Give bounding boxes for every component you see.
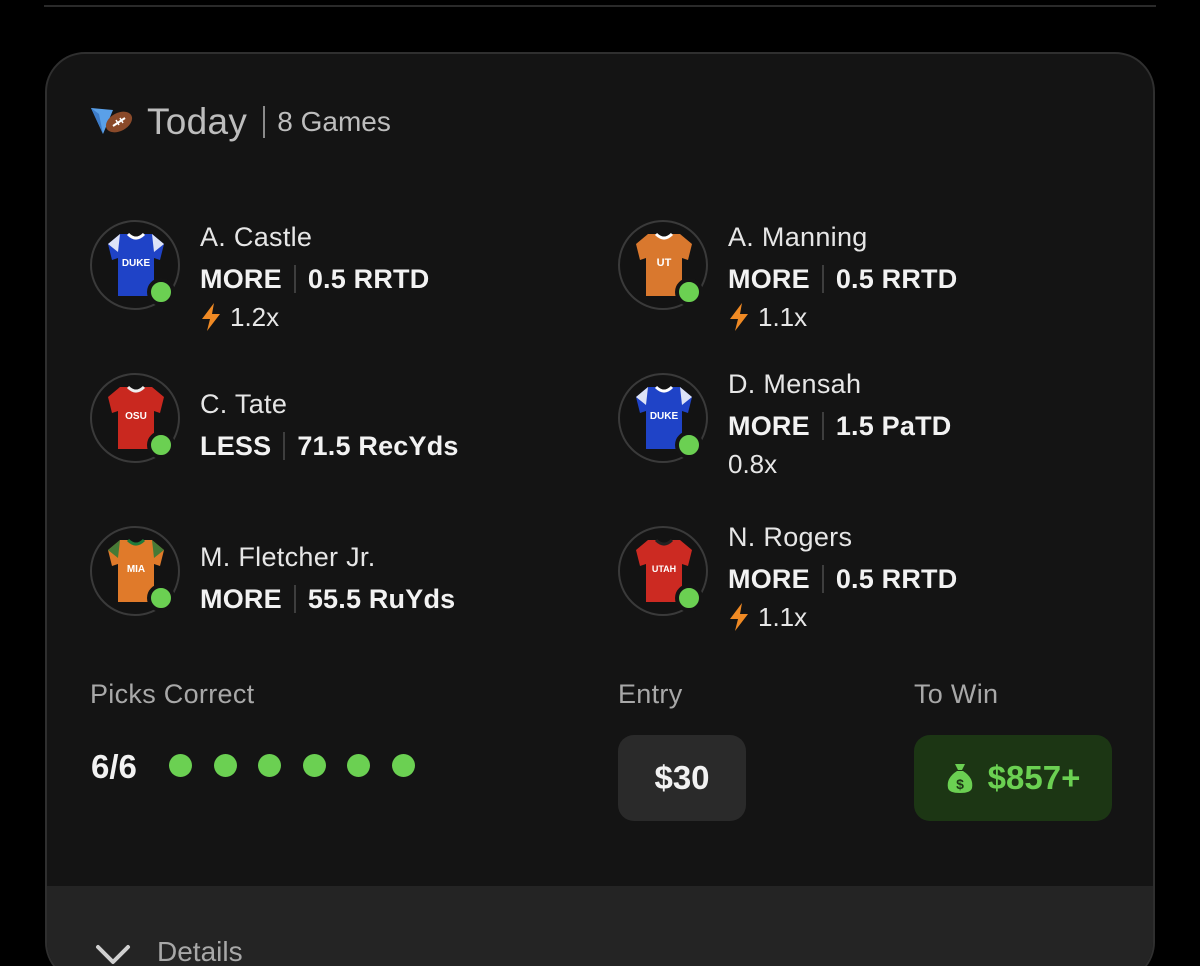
pick-line: LESS 71.5 RecYds	[200, 429, 459, 463]
card-header: Today 8 Games	[89, 100, 391, 144]
lineup-card: Today 8 Games DUKE A. Castle MORE 0.5 RR…	[45, 52, 1155, 966]
svg-text:UTAH: UTAH	[652, 564, 676, 574]
header-separator	[263, 106, 266, 138]
pick-card[interactable]: UTAH N. Rogers MORE 0.5 RRTD 1.1x	[618, 522, 1098, 636]
header-games-count: 8 Games	[277, 106, 391, 137]
details-label: Details	[157, 936, 243, 966]
details-toggle[interactable]: Details	[47, 886, 1153, 966]
lightning-icon	[730, 303, 748, 331]
pick-direction: MORE	[728, 563, 810, 594]
player-avatar: UT	[618, 220, 708, 310]
top-divider	[44, 5, 1156, 7]
pick-stat: 0.5 RRTD	[835, 263, 958, 294]
correct-status-dot	[675, 278, 703, 306]
pick-direction: MORE	[200, 583, 282, 614]
pick-result-dot	[302, 754, 326, 777]
pick-result-dot	[347, 754, 370, 777]
svg-text:OSU: OSU	[125, 411, 147, 422]
to-win-label: To Win	[914, 679, 999, 709]
entry-label: Entry	[618, 679, 683, 709]
line-separator	[283, 432, 286, 460]
chevron-down-icon	[96, 945, 130, 964]
correct-status-dot	[147, 584, 175, 612]
picks-correct-label: Picks Correct	[90, 679, 255, 709]
pick-result-dot	[169, 754, 192, 777]
multiplier-value: 1.2x	[230, 301, 280, 332]
money-bag-icon: $	[947, 764, 972, 793]
pick-direction: MORE	[728, 263, 810, 294]
pick-result-dot	[258, 754, 281, 777]
line-separator	[293, 585, 296, 613]
pick-info: A. Manning MORE 0.5 RRTD 1.1x	[728, 220, 957, 332]
correct-status-dot	[147, 278, 175, 306]
header-title: Today	[147, 101, 248, 142]
svg-text:DUKE: DUKE	[122, 258, 151, 269]
football-icon	[91, 108, 133, 134]
player-name: M. Fletcher Jr.	[200, 542, 376, 572]
svg-text:$: $	[956, 776, 964, 792]
pick-card[interactable]: UT A. Manning MORE 0.5 RRTD 1.1x	[618, 220, 1098, 332]
player-name: N. Rogers	[728, 522, 853, 552]
pick-stat: 0.5 RRTD	[835, 563, 958, 594]
multiplier-value: 1.1x	[758, 301, 808, 332]
pick-info: C. Tate LESS 71.5 RecYds	[200, 387, 459, 463]
pick-direction: MORE	[200, 263, 282, 294]
pick-stat: 55.5 RuYds	[307, 583, 456, 614]
picks-progress-dots	[169, 754, 436, 777]
pick-stat: 1.5 PaTD	[835, 410, 952, 441]
player-avatar: MIA	[90, 526, 180, 616]
line-separator	[821, 265, 824, 293]
player-name: A. Castle	[200, 222, 313, 252]
picks-correct-value: 6/6	[91, 748, 137, 785]
pick-direction: MORE	[728, 410, 810, 441]
player-avatar: DUKE	[618, 373, 708, 463]
pick-info: A. Castle MORE 0.5 RRTD 1.2x	[200, 220, 429, 332]
player-name: A. Manning	[728, 222, 868, 252]
pick-result-dot	[391, 754, 415, 777]
line-separator	[821, 412, 824, 440]
pick-line: MORE 0.5 RRTD	[728, 262, 957, 296]
svg-text:DUKE: DUKE	[650, 411, 679, 422]
player-avatar: UTAH	[618, 526, 708, 616]
player-name: D. Mensah	[728, 369, 862, 399]
pick-line: MORE 1.5 PaTD	[728, 409, 951, 443]
pick-stat: 71.5 RecYds	[297, 430, 459, 461]
pick-info: D. Mensah MORE 1.5 PaTD 0.8x	[728, 367, 951, 479]
svg-text:UT: UT	[657, 257, 672, 269]
pick-card[interactable]: OSU C. Tate LESS 71.5 RecYds	[90, 373, 570, 483]
pick-card[interactable]: MIA M. Fletcher Jr. MORE 55.5 RuYds	[90, 526, 570, 636]
player-avatar: OSU	[90, 373, 180, 463]
entry-amount: $30	[618, 735, 746, 821]
pick-card[interactable]: DUKE D. Mensah MORE 1.5 PaTD 0.8x	[618, 369, 1098, 483]
lightning-icon	[202, 303, 220, 331]
pick-card[interactable]: DUKE A. Castle MORE 0.5 RRTD 1.2x	[90, 220, 570, 332]
correct-status-dot	[675, 584, 703, 612]
line-separator	[821, 565, 824, 593]
correct-status-dot	[675, 431, 703, 459]
pick-info: M. Fletcher Jr. MORE 55.5 RuYds	[200, 540, 455, 616]
svg-text:MIA: MIA	[127, 564, 145, 575]
line-separator	[293, 265, 296, 293]
to-win-value: $857+	[987, 759, 1081, 796]
multiplier-value: 1.1x	[758, 601, 808, 632]
correct-status-dot	[147, 431, 175, 459]
pick-direction: LESS	[200, 430, 272, 461]
player-name: C. Tate	[200, 389, 288, 419]
pick-multiplier: 0.8x	[728, 449, 951, 479]
to-win-amount: $ $857+	[914, 735, 1112, 821]
pick-line: MORE 0.5 RRTD	[728, 562, 957, 596]
pick-stat: 0.5 RRTD	[307, 263, 430, 294]
pick-multiplier: 1.1x	[728, 602, 957, 632]
pick-result-dot	[213, 754, 237, 777]
player-avatar: DUKE	[90, 220, 180, 310]
pick-line: MORE 0.5 RRTD	[200, 262, 429, 296]
lightning-icon	[730, 603, 748, 631]
pick-line: MORE 55.5 RuYds	[200, 582, 455, 616]
pick-info: N. Rogers MORE 0.5 RRTD 1.1x	[728, 520, 957, 632]
multiplier-value: 0.8x	[728, 448, 778, 479]
pick-multiplier: 1.1x	[728, 302, 957, 332]
pick-multiplier: 1.2x	[200, 302, 429, 332]
